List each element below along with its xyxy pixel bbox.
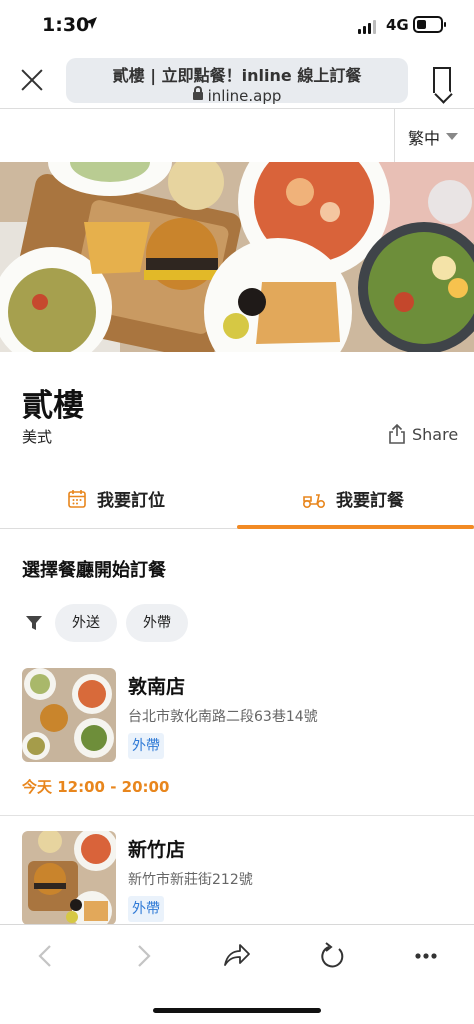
signal-icon xyxy=(358,20,376,34)
filter-icon[interactable] xyxy=(26,616,42,631)
lock-icon xyxy=(192,86,203,100)
more-icon[interactable] xyxy=(415,953,437,959)
share-label: Share xyxy=(412,424,459,444)
page-title: 貳樓 | 立即點餐！inline 線上訂餐 xyxy=(112,66,362,85)
store-address: 台北市敦化南路二段63巷14號 xyxy=(128,709,318,725)
active-tab-indicator xyxy=(237,525,474,529)
url-host-text: inline.app xyxy=(207,87,282,105)
store-address: 新竹市新莊街212號 xyxy=(128,872,253,888)
url-host: inline.app xyxy=(66,86,408,105)
share-button[interactable]: Share xyxy=(388,424,458,444)
tab-order-label: 我要訂餐 xyxy=(336,491,404,511)
network-label: 4G xyxy=(386,16,409,34)
tab-order[interactable]: 我要訂餐 xyxy=(302,486,404,511)
filter-chip-takeout[interactable]: 外帶 xyxy=(126,604,188,642)
tab-reservation-label: 我要訂位 xyxy=(97,491,165,511)
bookmark-icon[interactable] xyxy=(433,67,451,93)
store-name[interactable]: 敦南店 xyxy=(128,672,185,699)
filter-chip-delivery[interactable]: 外送 xyxy=(55,604,117,642)
store-thumbnail[interactable] xyxy=(22,668,116,762)
status-time: 1:30 xyxy=(42,14,90,36)
scooter-icon xyxy=(302,493,326,508)
restaurant-name: 貳樓 xyxy=(22,388,84,424)
reload-icon[interactable] xyxy=(319,942,345,969)
hero-food-image xyxy=(0,162,474,352)
battery-icon xyxy=(413,16,446,33)
share-icon xyxy=(389,424,405,444)
restaurant-cuisine: 美式 xyxy=(22,428,53,446)
close-icon[interactable] xyxy=(20,68,44,92)
location-arrow-icon xyxy=(85,17,97,29)
divider xyxy=(0,815,474,816)
store-tag: 外帶 xyxy=(128,733,164,759)
forward-icon[interactable] xyxy=(137,945,151,967)
calendar-icon xyxy=(68,489,86,508)
back-icon[interactable] xyxy=(38,945,52,967)
tab-reservation[interactable]: 我要訂位 xyxy=(67,486,165,511)
store-thumbnail[interactable] xyxy=(22,831,116,925)
status-bar: 1:30 4G xyxy=(0,0,474,52)
share-arrow-icon[interactable] xyxy=(223,943,251,967)
divider xyxy=(394,109,395,162)
store-hours: 今天 12:00 - 20:00 xyxy=(22,778,170,796)
home-indicator xyxy=(153,1008,321,1013)
section-title: 選擇餐廳開始訂餐 xyxy=(22,560,166,581)
language-select[interactable]: 繁中 xyxy=(408,125,440,149)
address-bar[interactable]: 貳樓 | 立即點餐！inline 線上訂餐 inline.app xyxy=(66,58,408,105)
store-name[interactable]: 新竹店 xyxy=(128,835,185,862)
language-row: 繁中 xyxy=(0,109,474,162)
store-tag: 外帶 xyxy=(128,896,164,922)
chevron-down-icon[interactable] xyxy=(446,133,458,140)
